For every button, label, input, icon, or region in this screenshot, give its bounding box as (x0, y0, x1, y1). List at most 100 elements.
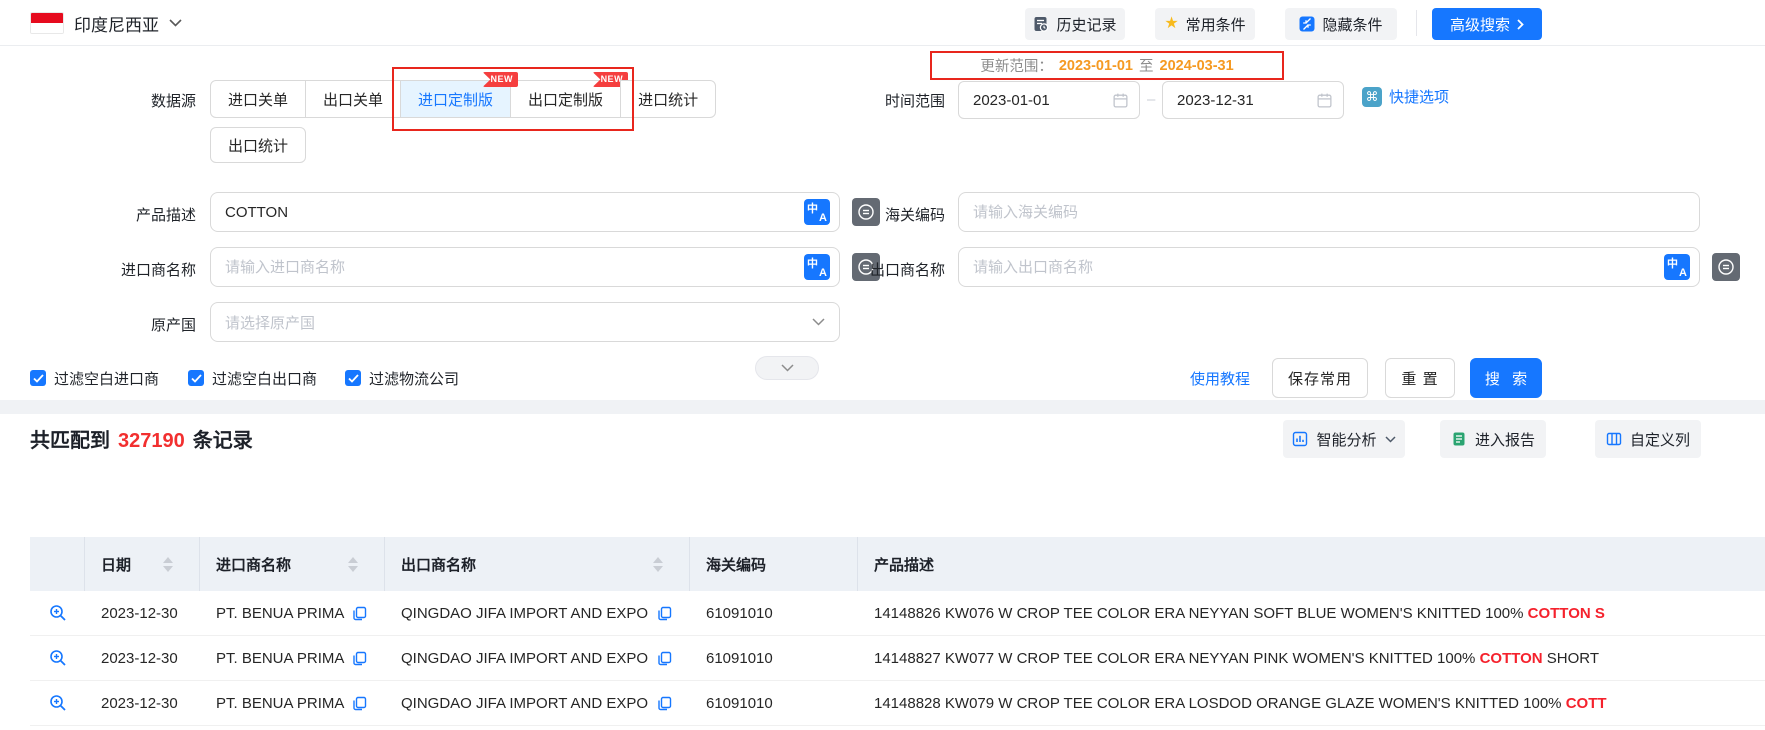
report-icon (1451, 431, 1467, 447)
header-hs-code: 海关编码 (690, 537, 858, 591)
update-range-end: 2024-03-31 (1160, 58, 1234, 74)
filter-blank-exporter-checkbox[interactable]: 过滤空白出口商 (188, 358, 317, 398)
tutorial-link[interactable]: 使用教程 (1190, 358, 1250, 398)
sort-icon[interactable] (163, 557, 173, 572)
end-date-input[interactable]: 2023-12-31 (1162, 81, 1344, 119)
filter-logistics-checkbox[interactable]: 过滤物流公司 (345, 358, 459, 398)
filter-blank-importer-checkbox[interactable]: 过滤空白进口商 (30, 358, 159, 398)
tab-import-statistics[interactable]: 进口统计 (620, 80, 716, 118)
copy-icon[interactable] (352, 606, 367, 621)
time-range-label: 时间范围 (779, 90, 945, 111)
sort-icon[interactable] (348, 557, 358, 572)
new-badge: NEW (483, 72, 519, 87)
magnifier-icon[interactable] (49, 604, 67, 622)
count-prefix: 共匹配到 (30, 424, 110, 453)
exporter-cell: QINGDAO JIFA IMPORT AND EXPO (385, 681, 690, 725)
copy-icon[interactable] (352, 651, 367, 666)
date-cell: 2023-12-30 (85, 681, 200, 725)
quick-options-label: 快捷选项 (1389, 86, 1449, 107)
update-range-label: 更新范围： (980, 55, 1053, 76)
section-divider (0, 400, 1765, 414)
header-actions (30, 537, 85, 591)
history-button[interactable]: 历史记录 (1025, 8, 1125, 40)
origin-country-select[interactable]: 请选择原产国 (210, 302, 840, 342)
tab-export-statistics[interactable]: 出口统计 (210, 127, 306, 163)
calendar-icon (1112, 92, 1129, 109)
product-desc-input[interactable] (210, 192, 840, 232)
start-date-value: 2023-01-01 (973, 92, 1050, 109)
reset-button[interactable]: 重 置 (1385, 358, 1455, 398)
results-table: 日期 进口商名称 出口商名称 海关编码 产品描述 2023-12-30 PT. … (30, 537, 1765, 726)
hs-code-cell: 61091010 (690, 636, 858, 680)
header-importer[interactable]: 进口商名称 (200, 537, 385, 591)
advanced-search-button[interactable]: 高级搜索 (1432, 8, 1542, 40)
table-header-row: 日期 进口商名称 出口商名称 海关编码 产品描述 (30, 537, 1765, 591)
favorites-button[interactable]: ★ 常用条件 (1155, 8, 1255, 40)
importer-cell: PT. BENUA PRIMA (200, 636, 385, 680)
copy-icon[interactable] (657, 606, 672, 621)
top-bar: 印度尼西亚 历史记录 ★ 常用条件 隐藏条件 高级搜索 (0, 0, 1765, 46)
topbar-divider (1416, 10, 1417, 36)
table-row: 2023-12-30 PT. BENUA PRIMA QINGDAO JIFA … (30, 591, 1765, 636)
chevron-right-icon (1517, 19, 1524, 30)
history-icon (1033, 16, 1049, 32)
tab-import-custom[interactable]: 进口定制版NEW (400, 80, 511, 118)
save-favorite-button[interactable]: 保存常用 (1272, 358, 1368, 398)
exporter-input[interactable] (958, 247, 1700, 287)
collapse-filters-button[interactable] (755, 356, 819, 380)
copy-icon[interactable] (657, 696, 672, 711)
row-actions-cell (30, 591, 85, 635)
tab-export-custom[interactable]: 出口定制版NEW (510, 80, 621, 118)
data-source-tabs: 进口关单 出口关单 进口定制版NEW 出口定制版NEW 进口统计 (210, 80, 716, 118)
exporter-label: 出口商名称 (779, 259, 945, 280)
tab-import-declarations[interactable]: 进口关单 (210, 80, 306, 118)
country-selector[interactable]: 印度尼西亚 (74, 0, 182, 46)
history-button-label: 历史记录 (1056, 14, 1116, 35)
magnifier-icon[interactable] (49, 694, 67, 712)
product-desc-cell: 14148826 KW076 W CROP TEE COLOR ERA NEYY… (858, 591, 1765, 635)
origin-country-placeholder: 请选择原产国 (225, 312, 315, 333)
importer-label: 进口商名称 (30, 259, 196, 280)
quick-options-button[interactable]: ⌘ 快捷选项 (1362, 86, 1449, 107)
chevron-down-icon (781, 364, 794, 372)
hs-code-cell: 61091010 (690, 681, 858, 725)
enter-report-button[interactable]: 进入报告 (1440, 420, 1546, 458)
copy-icon[interactable] (657, 651, 672, 666)
product-desc-cell: 14148828 KW079 W CROP TEE COLOR ERA LOSD… (858, 681, 1765, 725)
importer-input[interactable] (210, 247, 840, 287)
count-number: 327190 (118, 430, 185, 453)
magnifier-icon[interactable] (49, 649, 67, 667)
command-icon: ⌘ (1362, 87, 1382, 107)
row-actions-cell (30, 681, 85, 725)
row-actions-cell (30, 636, 85, 680)
importer-cell: PT. BENUA PRIMA (200, 681, 385, 725)
hs-code-input[interactable] (958, 192, 1700, 232)
custom-columns-label: 自定义列 (1630, 429, 1690, 450)
translate-icon[interactable]: 中A (1664, 254, 1690, 280)
trade-data-search-page: 印度尼西亚 历史记录 ★ 常用条件 隐藏条件 高级搜索 更新范围： 2023-0… (0, 0, 1765, 730)
start-date-input[interactable]: 2023-01-01 (958, 81, 1140, 119)
indonesia-flag-icon (30, 12, 64, 34)
hide-conditions-label: 隐藏条件 (1322, 14, 1382, 35)
hide-conditions-button[interactable]: 隐藏条件 (1285, 8, 1397, 40)
header-date[interactable]: 日期 (85, 537, 200, 591)
header-exporter[interactable]: 出口商名称 (385, 537, 690, 591)
table-row: 2023-12-30 PT. BENUA PRIMA QINGDAO JIFA … (30, 681, 1765, 726)
search-button[interactable]: 搜 索 (1470, 358, 1542, 398)
chevron-down-icon (169, 19, 182, 27)
count-suffix: 条记录 (193, 424, 253, 453)
custom-columns-button[interactable]: 自定义列 (1595, 420, 1701, 458)
result-count: 共匹配到 327190 条记录 (30, 424, 253, 453)
tab-export-declarations[interactable]: 出口关单 (305, 80, 401, 118)
exporter-cell: QINGDAO JIFA IMPORT AND EXPO (385, 591, 690, 635)
chart-icon (1292, 431, 1308, 447)
collapse-arrows-icon (1299, 16, 1315, 32)
date-range-separator: – (1147, 91, 1155, 108)
smart-analysis-button[interactable]: 智能分析 (1283, 420, 1405, 458)
star-icon: ★ (1164, 16, 1178, 32)
update-range-to: 至 (1139, 55, 1154, 76)
exact-match-icon[interactable] (1712, 253, 1740, 281)
copy-icon[interactable] (352, 696, 367, 711)
sort-icon[interactable] (653, 557, 663, 572)
checkbox-checked-icon (188, 370, 204, 386)
